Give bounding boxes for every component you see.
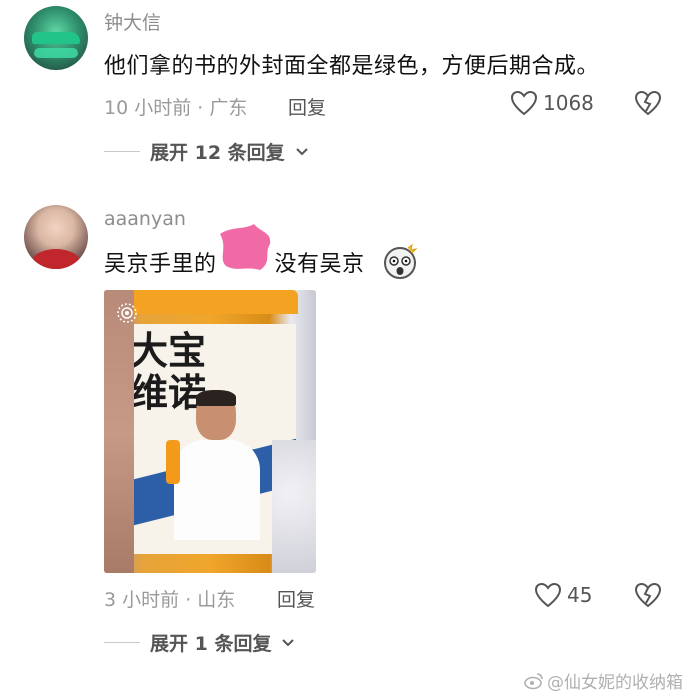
shocked-face-emoji: [384, 244, 418, 279]
like-count: 45: [567, 583, 593, 607]
comment-photo[interactable]: 大宝 维诺: [104, 290, 316, 573]
weibo-watermark: @仙女妮的收纳箱: [524, 668, 683, 693]
weibo-logo-icon: [524, 672, 543, 689]
bottle-cap: [130, 290, 298, 314]
heart-icon: [510, 90, 538, 116]
comment-meta: 10 小时前 · 广东: [104, 93, 247, 120]
comment-text-end: 没有吴京: [274, 252, 365, 277]
chevron-down-icon: [282, 638, 295, 646]
watermark-text: @仙女妮的收纳箱: [547, 673, 683, 693]
divider-line: [104, 642, 140, 643]
comment-location: 广东: [209, 97, 248, 119]
chevron-down-icon: [295, 147, 308, 155]
reply-button[interactable]: 回复: [277, 585, 315, 612]
expand-replies-label: 展开 1 条回复: [150, 633, 272, 655]
heart-icon: [534, 582, 562, 608]
comment-meta: 3 小时前 · 山东: [104, 585, 235, 612]
broken-heart-icon: [634, 582, 662, 608]
like-count: 1068: [543, 91, 594, 115]
fabric-background: [272, 440, 316, 573]
broken-heart-icon: [634, 90, 662, 116]
comment-location: 山东: [197, 589, 236, 611]
username[interactable]: 钟大信: [104, 8, 161, 35]
comment-time: 10 小时前: [104, 97, 192, 119]
meta-separator: ·: [185, 589, 192, 611]
label-portrait: [174, 390, 260, 540]
expand-replies-label: 展开 12 条回复: [150, 142, 285, 164]
expand-replies[interactable]: 展开 1 条回复: [104, 629, 295, 656]
live-photo-icon: [117, 303, 137, 323]
comment-text-start: 吴京手里的: [104, 252, 217, 277]
dislike-button[interactable]: [634, 90, 662, 120]
reply-button[interactable]: 回复: [288, 93, 326, 120]
meta-separator: ·: [197, 97, 204, 119]
expand-replies[interactable]: 展开 12 条回复: [104, 138, 309, 165]
avatar[interactable]: [24, 6, 88, 70]
hand: [104, 290, 134, 573]
comment-text: 他们拿的书的外封面全都是绿色，方便后期合成。: [104, 54, 600, 79]
dislike-button[interactable]: [634, 582, 662, 612]
avatar[interactable]: [24, 205, 88, 269]
username[interactable]: aaanyan: [104, 208, 186, 230]
mini-bottle: [166, 440, 180, 484]
pink-redaction-mark: [220, 224, 271, 270]
like-button[interactable]: 1068: [510, 90, 594, 116]
comment-time: 3 小时前: [104, 589, 180, 611]
like-button[interactable]: 45: [534, 582, 592, 608]
divider-line: [104, 151, 140, 152]
